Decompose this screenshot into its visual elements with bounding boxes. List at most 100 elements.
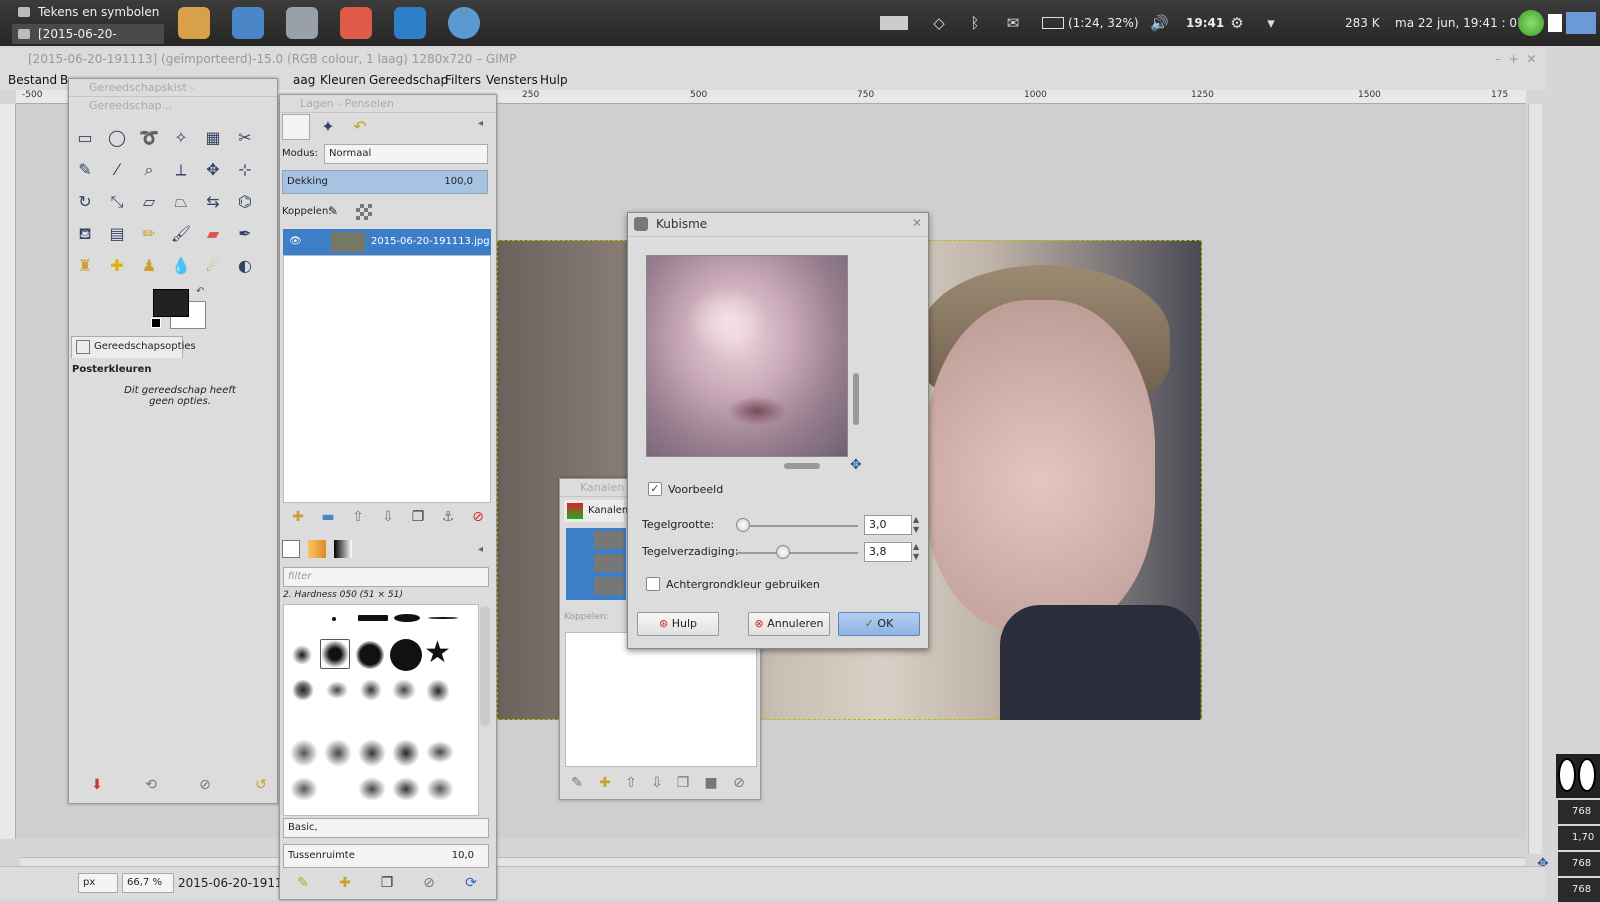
- menu-tools[interactable]: Gereedschap: [369, 73, 448, 87]
- dock-menu-icon[interactable]: ◂: [478, 118, 483, 129]
- preview-checkbox[interactable]: ✓: [648, 482, 662, 496]
- brush-item[interactable]: [426, 777, 454, 801]
- monitor-widget[interactable]: 768: [1558, 878, 1600, 902]
- menu-edit[interactable]: B: [60, 73, 68, 87]
- lower-channel-icon[interactable]: ⇩: [646, 772, 668, 794]
- new-layer-group-icon[interactable]: ▬: [317, 506, 339, 528]
- menu-windows[interactable]: Vensters: [486, 73, 538, 87]
- smudge-tool-icon[interactable]: ☄: [200, 253, 226, 279]
- blur-tool-icon[interactable]: 💧: [168, 253, 194, 279]
- brush-item[interactable]: [358, 615, 388, 621]
- edit-channel-icon[interactable]: ✎: [566, 772, 588, 794]
- tab-brushes-icon[interactable]: [282, 540, 300, 558]
- menu-layer[interactable]: aag: [293, 73, 315, 87]
- spacing-slider[interactable]: Tussenruimte 10,0: [283, 844, 489, 868]
- raise-channel-icon[interactable]: ⇧: [620, 772, 642, 794]
- scale-tool-icon[interactable]: ⤡: [104, 189, 130, 215]
- zoom-select[interactable]: 66,7 %: [122, 873, 174, 893]
- battery-icon[interactable]: [1042, 17, 1064, 29]
- brush-item[interactable]: [332, 617, 336, 621]
- monitor-widget[interactable]: 1,70: [1558, 826, 1600, 850]
- bluetooth-icon[interactable]: ᛒ: [966, 14, 984, 32]
- brush-item[interactable]: [292, 679, 314, 701]
- keyboard-icon[interactable]: [880, 16, 908, 30]
- brush-item[interactable]: [290, 777, 318, 801]
- default-colors-icon[interactable]: [151, 318, 161, 328]
- raise-layer-icon[interactable]: ⇧: [347, 506, 369, 528]
- brush-item[interactable]: [428, 617, 458, 619]
- delete-options-icon[interactable]: ⊘: [194, 774, 216, 796]
- vertical-scrollbar[interactable]: [1528, 104, 1542, 854]
- duplicate-layer-icon[interactable]: ❐: [407, 506, 429, 528]
- opacity-slider[interactable]: Dekking 100,0: [282, 170, 488, 194]
- status-indicator-icon[interactable]: [1518, 10, 1544, 36]
- airbrush-tool-icon[interactable]: ✒: [232, 221, 258, 247]
- rocket-icon[interactable]: [340, 7, 372, 39]
- color-select-tool-icon[interactable]: ▦: [200, 125, 226, 151]
- tile-size-slider[interactable]: [736, 525, 858, 527]
- menu-help[interactable]: Hulp: [540, 73, 568, 87]
- lock-pixels-icon[interactable]: ✎: [328, 204, 338, 218]
- brush-item[interactable]: [358, 777, 386, 801]
- gear-icon[interactable]: ⚙: [1228, 14, 1246, 32]
- task-gimp[interactable]: [2015-06-20-191113] (...: [12, 24, 164, 61]
- swap-colors-icon[interactable]: ↶: [196, 286, 204, 297]
- layer-row[interactable]: 👁 2015-06-20-191113.jpg: [283, 229, 491, 255]
- pencil-tool-icon[interactable]: ✏: [136, 221, 162, 247]
- tile-saturation-knob[interactable]: [776, 545, 790, 559]
- brush-item[interactable]: [360, 679, 382, 701]
- clone-tool-icon[interactable]: ♜: [72, 253, 98, 279]
- delete-channel-icon[interactable]: ⊘: [728, 772, 750, 794]
- task-characters[interactable]: Tekens en symbolen: [12, 2, 159, 22]
- monitor-widget[interactable]: 768: [1558, 800, 1600, 824]
- edit-brush-icon[interactable]: ✎: [292, 872, 314, 894]
- package-icon[interactable]: [178, 7, 210, 39]
- brush-item[interactable]: [394, 614, 420, 622]
- wifi-icon[interactable]: ◇: [930, 14, 948, 32]
- brush-preset-select[interactable]: Basic,: [283, 818, 489, 838]
- blend-tool-icon[interactable]: ▤: [104, 221, 130, 247]
- tile-saturation-input[interactable]: 3,8: [864, 542, 912, 562]
- duplicate-brush-icon[interactable]: ❐: [376, 872, 398, 894]
- window-controls[interactable]: – + ✕: [1495, 52, 1536, 66]
- delete-brush-icon[interactable]: ⊘: [418, 872, 440, 894]
- datetime[interactable]: ma 22 jun, 19:41 : 01: [1395, 0, 1525, 46]
- tile-size-spin-arrows[interactable]: ▲ ▼: [913, 515, 919, 535]
- channels-list-area[interactable]: [565, 632, 757, 767]
- ok-button[interactable]: ✓ OK: [838, 612, 920, 636]
- eraser-tool-icon[interactable]: ▰: [200, 221, 226, 247]
- new-layer-icon[interactable]: ✚: [287, 506, 309, 528]
- align-tool-icon[interactable]: ⊹: [232, 157, 258, 183]
- perspective-tool-icon[interactable]: ⏢: [168, 189, 194, 215]
- paths-tool-icon[interactable]: ✎: [72, 157, 98, 183]
- cancel-button[interactable]: ⊗ Annuleren: [748, 612, 830, 636]
- color-picker-tool-icon[interactable]: ⁄: [104, 157, 130, 183]
- perspective-clone-tool-icon[interactable]: ♟: [136, 253, 162, 279]
- rect-select-tool-icon[interactable]: ▭: [72, 125, 98, 151]
- brush-scrollbar[interactable]: [480, 606, 490, 726]
- paintbrush-tool-icon[interactable]: 🖌: [168, 221, 194, 247]
- cage-tool-icon[interactable]: ⌬: [232, 189, 258, 215]
- preview-vscroll[interactable]: [853, 373, 859, 425]
- close-icon[interactable]: ✕: [912, 216, 922, 230]
- brush-grid[interactable]: ★: [283, 604, 479, 816]
- visibility-eye-icon[interactable]: 👁: [289, 229, 302, 255]
- move-tool-icon[interactable]: ✥: [200, 157, 226, 183]
- new-brush-icon[interactable]: ✚: [334, 872, 356, 894]
- volume-icon[interactable]: 🔊: [1150, 14, 1169, 32]
- brush-item[interactable]: [358, 739, 386, 767]
- scissors-tool-icon[interactable]: ✂: [232, 125, 258, 151]
- brush-item[interactable]: [426, 741, 454, 763]
- brush-item[interactable]: [390, 639, 422, 671]
- brush-item[interactable]: [392, 739, 420, 767]
- brush-item[interactable]: [290, 739, 318, 767]
- new-channel-icon[interactable]: ✚: [594, 772, 616, 794]
- heal-tool-icon[interactable]: ✚: [104, 253, 130, 279]
- monitor-widget[interactable]: 768: [1558, 852, 1600, 876]
- save-options-icon[interactable]: ⬇: [86, 774, 108, 796]
- preview-hscroll[interactable]: [784, 463, 820, 469]
- menu-colors[interactable]: Kleuren: [320, 73, 366, 87]
- anchor-layer-icon[interactable]: ⚓: [437, 506, 459, 528]
- settings-tools-icon[interactable]: [286, 7, 318, 39]
- brush-filter-input[interactable]: filter: [283, 567, 489, 587]
